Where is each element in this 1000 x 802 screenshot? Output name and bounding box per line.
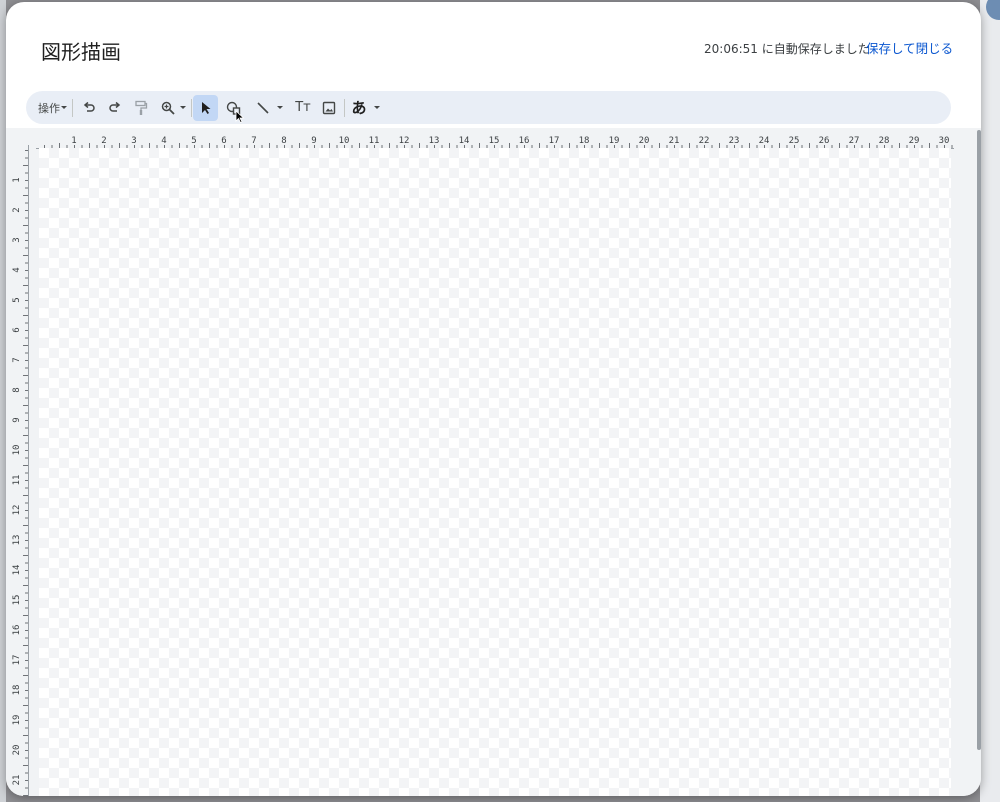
ruler-label: 19 [12, 715, 22, 726]
ruler-label: 14 [12, 565, 22, 576]
select-tool-button[interactable] [193, 91, 218, 124]
word-art-icon: あ [351, 99, 367, 117]
horizontal-ruler: 1 2 3 4 5 6 7 8 9 10 11 12 13 14 15 16 17 18 19 20 21 22 23 24 2… [36, 136, 954, 149]
ruler-label: 24 [759, 136, 770, 146]
ruler-label: 7 [251, 136, 256, 146]
ruler-label: 2 [12, 207, 22, 212]
save-and-close-button[interactable]: 保存して閉じる [866, 38, 953, 57]
dropdown-arrow-icon [61, 105, 67, 109]
ruler-label: 12 [399, 136, 410, 146]
undo-button[interactable] [78, 91, 100, 124]
ruler-label: 13 [12, 535, 22, 546]
ruler-label: 6 [221, 136, 226, 146]
autosave-status: 20:06:51 に自動保存しました [704, 42, 870, 56]
ruler-label: 20 [12, 745, 22, 756]
toolbar-divider [191, 99, 192, 117]
ruler-label: 4 [161, 136, 166, 146]
ruler-label: 11 [369, 136, 380, 146]
ruler-label: 8 [281, 136, 286, 146]
toolbar-divider [344, 99, 345, 117]
image-button[interactable] [318, 91, 340, 124]
drawing-toolbar: 操作 Tт あ [26, 91, 951, 124]
ruler-label: 5 [191, 136, 196, 146]
vertical-ruler: 123456789101112131415161718192021 [12, 145, 29, 796]
ruler-label: 17 [549, 136, 560, 146]
ruler-label: 17 [12, 655, 22, 666]
word-art-dropdown-arrow-icon [373, 105, 380, 109]
ruler-label: 4 [12, 267, 22, 272]
vertical-scrollbar[interactable] [977, 130, 981, 750]
ruler-label: 5 [12, 297, 22, 302]
line-icon [257, 101, 269, 114]
ruler-label: 13 [429, 136, 440, 146]
ruler-label: 8 [12, 387, 22, 392]
undo-icon [83, 101, 95, 112]
ruler-label: 22 [699, 136, 710, 146]
zoom-icon [161, 101, 175, 115]
ruler-label: 11 [12, 475, 22, 486]
ruler-label: 16 [12, 625, 22, 636]
ruler-label: 21 [12, 775, 22, 786]
redo-button[interactable] [104, 91, 126, 124]
ruler-label: 16 [519, 136, 530, 146]
ruler-label: 1 [12, 177, 22, 182]
redo-icon [109, 101, 121, 112]
ruler-label: 18 [12, 685, 22, 696]
paint-roller-icon [135, 100, 148, 115]
actions-menu-label: 操作 [38, 101, 60, 115]
drawing-dialog: 図形描画 20:06:51 に自動保存しました 保存して閉じる 操作 Tт あ … [6, 2, 981, 796]
line-dropdown-arrow-icon [277, 105, 283, 109]
ruler-label: 15 [489, 136, 500, 146]
toolbar-divider [72, 99, 73, 117]
ruler-label: 20 [639, 136, 650, 146]
ruler-label: 23 [729, 136, 740, 146]
text-box-button[interactable]: Tт [292, 91, 314, 124]
ruler-label: 19 [609, 136, 620, 146]
ruler-label: 9 [12, 417, 22, 422]
ruler-label: 1 [71, 136, 76, 146]
ruler-label: 30 [939, 136, 950, 146]
ruler-label: 2 [101, 136, 106, 146]
ruler-label: 15 [12, 595, 22, 606]
ruler-label: 18 [579, 136, 590, 146]
word-art-button[interactable]: あ [348, 91, 384, 124]
dialog-title: 図形描画 [41, 40, 121, 64]
ruler-label: 3 [12, 237, 22, 242]
ruler-label: 29 [909, 136, 920, 146]
ruler-label: 7 [12, 357, 22, 362]
text-box-icon: Tт [295, 100, 311, 115]
zoom-button[interactable] [157, 91, 191, 124]
drawing-canvas[interactable] [39, 148, 951, 796]
ruler-label: 12 [12, 505, 22, 516]
background-app-edge-right [980, 0, 1000, 802]
line-tool-button[interactable] [250, 91, 290, 124]
ruler-label: 6 [12, 327, 22, 332]
ruler-label: 21 [669, 136, 680, 146]
zoom-dropdown-arrow-icon [180, 105, 186, 109]
cursor-arrow-icon [201, 101, 210, 114]
ruler-label: 27 [849, 136, 860, 146]
ruler-label: 3 [131, 136, 136, 146]
canvas-area: 1 2 3 4 5 6 7 8 9 10 11 12 13 14 15 16 17 18 19 20 21 22 23 24 2… [6, 128, 981, 796]
mouse-pointer-icon [235, 110, 245, 124]
ruler-label: 9 [311, 136, 316, 146]
ruler-label: 10 [339, 136, 350, 146]
ruler-label: 28 [879, 136, 890, 146]
ruler-label: 25 [789, 136, 800, 146]
actions-menu-button[interactable]: 操作 [36, 91, 70, 124]
ruler-label: 10 [12, 445, 22, 456]
ruler-label: 14 [459, 136, 470, 146]
image-icon [322, 101, 336, 114]
ruler-label: 26 [819, 136, 830, 146]
paint-format-button[interactable] [130, 91, 152, 124]
